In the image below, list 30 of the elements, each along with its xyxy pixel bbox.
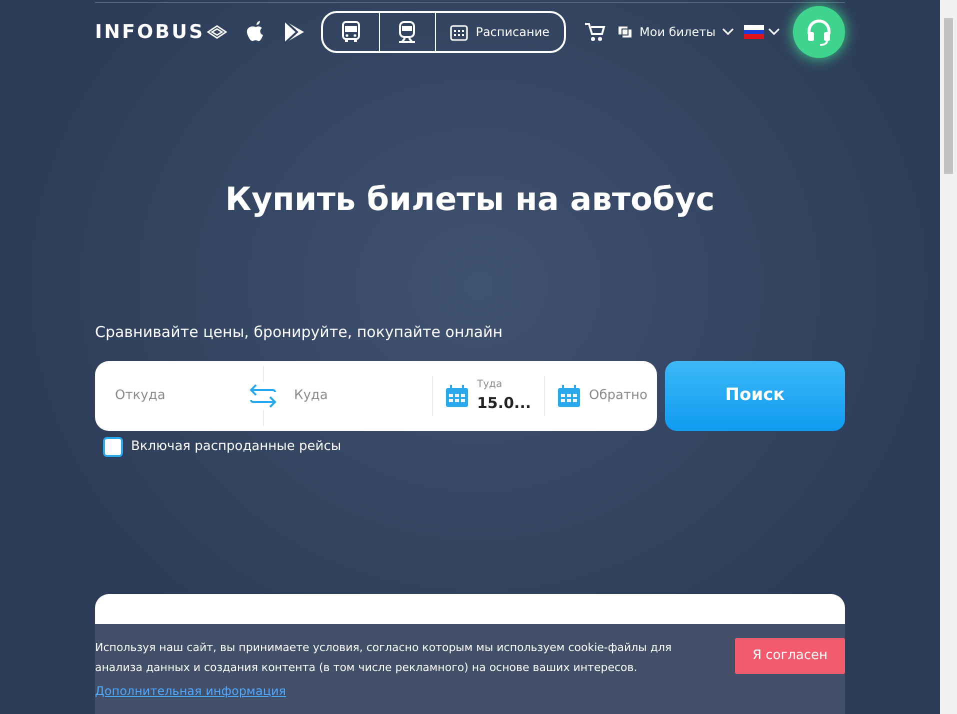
more-info-link[interactable]: Дополнительная информация <box>95 684 286 698</box>
calendar-icon <box>450 23 468 41</box>
scrollbar[interactable] <box>940 0 957 714</box>
headset-icon <box>805 18 833 46</box>
calendar-icon[interactable] <box>445 384 469 408</box>
hero-title: Купить билеты на автобус <box>224 179 716 220</box>
chevron-down-icon <box>722 28 734 36</box>
search-button[interactable]: Поиск <box>665 360 845 430</box>
play-icon[interactable] <box>282 20 305 44</box>
cookie-text: Используя наш сайт, вы принимаете условия, согласно которым мы используем cookie-файлы для анализа данных и создания контента (в том числе рекламного) на основе ваших интересов. <box>95 640 673 676</box>
return-date-field[interactable]: Обратно <box>589 386 648 406</box>
logo-diamond-icon <box>206 25 227 39</box>
russian-flag-icon[interactable] <box>744 25 764 39</box>
logo-text[interactable]: INFOBUS <box>95 18 205 46</box>
checkbox[interactable] <box>103 436 123 456</box>
checkbox-label[interactable]: Включая распроданные рейсы <box>131 436 342 456</box>
hero-subtitle: Сравнивайте цены, бронируйте, покупайте онлайн <box>95 322 504 343</box>
cart-icon[interactable] <box>584 22 606 42</box>
support-button[interactable] <box>793 6 845 58</box>
depart-label: Туда <box>477 378 504 392</box>
bus-icon <box>340 21 361 43</box>
depart-date-field[interactable]: 15.0... <box>477 392 532 414</box>
my-tickets-link[interactable]: Мои билеты <box>640 23 716 41</box>
chevron-down-icon[interactable] <box>768 28 780 36</box>
agree-button[interactable]: Я согласен <box>735 638 845 674</box>
train-icon <box>397 21 418 43</box>
to-field[interactable]: Куда <box>294 388 328 403</box>
tickets-icon[interactable] <box>616 24 634 40</box>
from-field[interactable]: Откуда <box>115 388 166 403</box>
calendar-icon[interactable] <box>557 384 581 408</box>
